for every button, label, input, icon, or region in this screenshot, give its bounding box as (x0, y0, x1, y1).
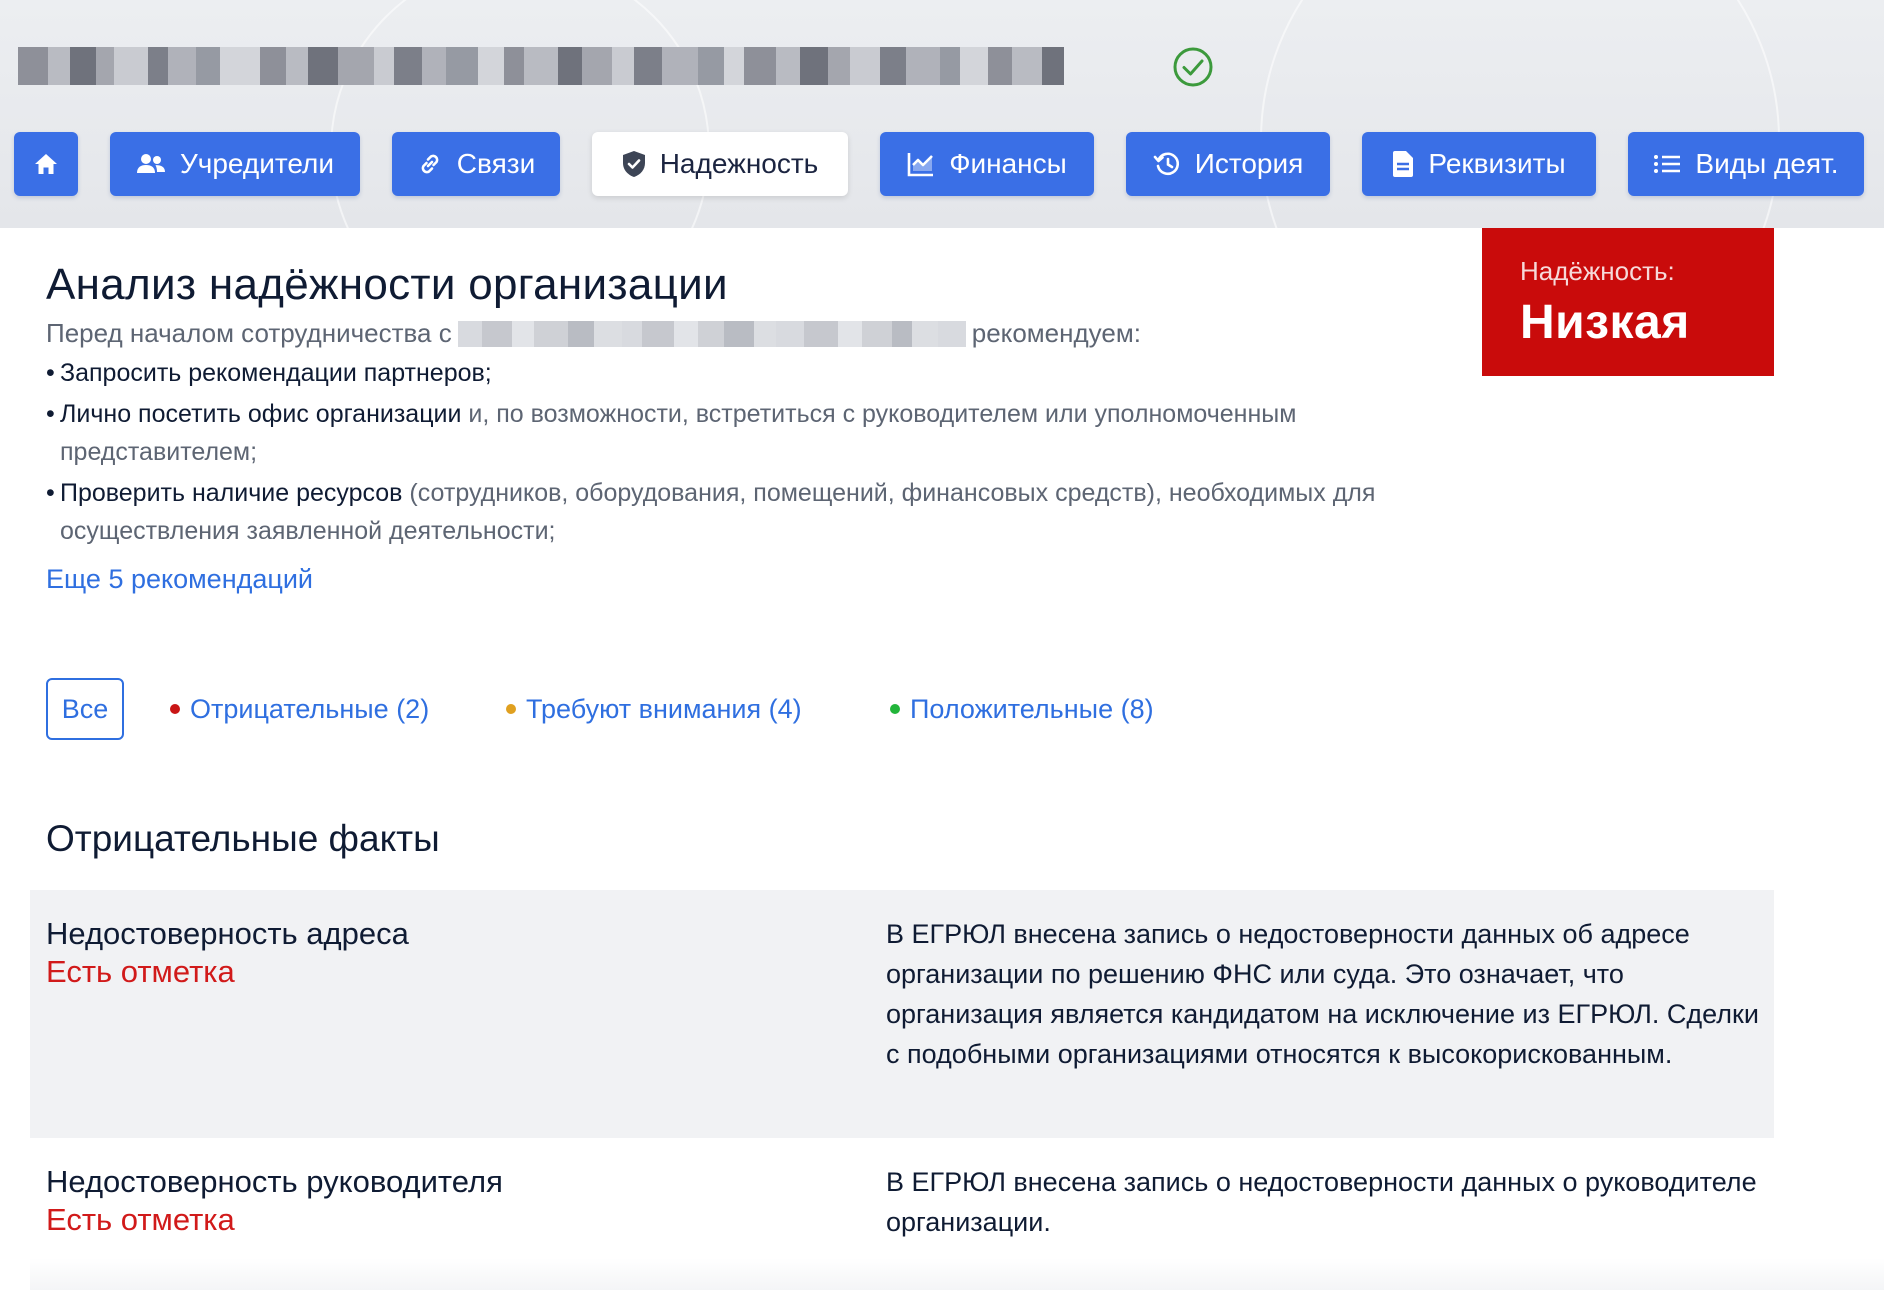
header-area: Учредители Связи Надежность Финансы Исто (0, 0, 1884, 228)
badge-label: Надёжность: (1520, 256, 1675, 286)
negative-facts-title: Отрицательные факты (46, 818, 440, 859)
tab-label: Учредители (179, 148, 334, 179)
check-circle-icon (1171, 45, 1215, 89)
tab-label: Виды деят. (1695, 148, 1839, 179)
tab-label: Реквизиты (1428, 148, 1566, 179)
fact-name: Недостоверность адреса (46, 916, 409, 951)
fact-row: Недостоверность руководителя Есть отметк… (30, 1138, 1774, 1278)
attention-dot-icon (506, 704, 516, 714)
tab-label: Связи (456, 148, 536, 179)
filter-attention[interactable]: Требуют внимания (4) (506, 678, 802, 740)
tab-label: Надежность (659, 148, 819, 179)
organization-name-redacted (457, 320, 966, 347)
fact-description: В ЕГРЮЛ внесена запись о недостоверности… (886, 1167, 1757, 1237)
intro-before: Перед началом сотрудничества с (46, 318, 452, 348)
tab-requisites[interactable]: Реквизиты (1362, 132, 1596, 196)
organization-name-redacted (18, 46, 1064, 86)
recommendation-item: Проверить наличие ресурсов (сотрудников,… (46, 474, 1476, 550)
fact-description: В ЕГРЮЛ внесена запись о недостоверности… (886, 919, 1759, 1069)
recommendations-list: Запросить рекомендации партнеров; Лично … (46, 354, 1476, 553)
tab-links[interactable]: Связи (392, 132, 560, 196)
list-icon (1653, 153, 1681, 175)
tab-label: История (1194, 148, 1304, 179)
fact-status: Есть отметка (46, 954, 235, 989)
history-icon (1153, 151, 1181, 177)
recommendation-item: Запросить рекомендации партнеров; (46, 354, 1476, 392)
home-button[interactable] (14, 132, 78, 196)
tab-history[interactable]: История (1126, 132, 1330, 196)
filter-all-button[interactable]: Все (46, 678, 124, 740)
positive-dot-icon (890, 704, 900, 714)
negative-dot-icon (170, 704, 180, 714)
intro-after: рекомендуем: (971, 318, 1141, 348)
more-recommendations-link[interactable]: Еще 5 рекомендаций (46, 564, 313, 595)
fact-name: Недостоверность руководителя (46, 1164, 503, 1199)
document-icon (1392, 150, 1414, 178)
shield-icon (622, 150, 646, 178)
tab-finance[interactable]: Финансы (880, 132, 1094, 196)
tab-activities[interactable]: Виды деят. (1628, 132, 1864, 196)
link-icon (417, 151, 443, 177)
tab-reliability[interactable]: Надежность (592, 132, 848, 196)
filter-negative[interactable]: Отрицательные (2) (170, 678, 429, 740)
fact-filters: Все Отрицательные (2) Требуют внимания (… (46, 678, 1446, 740)
bottom-fade (30, 1258, 1884, 1290)
reliability-panel: Анализ надёжности организации Перед нача… (14, 228, 1884, 1290)
tab-label: Финансы (949, 148, 1067, 179)
intro-text: Перед началом сотрудничества с рекоменду… (46, 318, 1446, 349)
badge-value: Низкая (1520, 296, 1690, 349)
fact-row: Недостоверность адреса Есть отметка В ЕГ… (30, 890, 1774, 1138)
filter-positive[interactable]: Положительные (8) (890, 678, 1154, 740)
fact-status: Есть отметка (46, 1202, 235, 1237)
tab-founders[interactable]: Учредители (110, 132, 360, 196)
section-nav: Учредители Связи Надежность Финансы Исто (0, 132, 1884, 196)
page-title: Анализ надёжности организации (46, 260, 728, 309)
home-icon (33, 152, 59, 176)
people-icon (136, 152, 166, 176)
reliability-badge: Надёжность: Низкая (1482, 228, 1774, 376)
chart-icon (907, 151, 935, 177)
recommendation-item: Лично посетить офис организации и, по во… (46, 395, 1476, 471)
